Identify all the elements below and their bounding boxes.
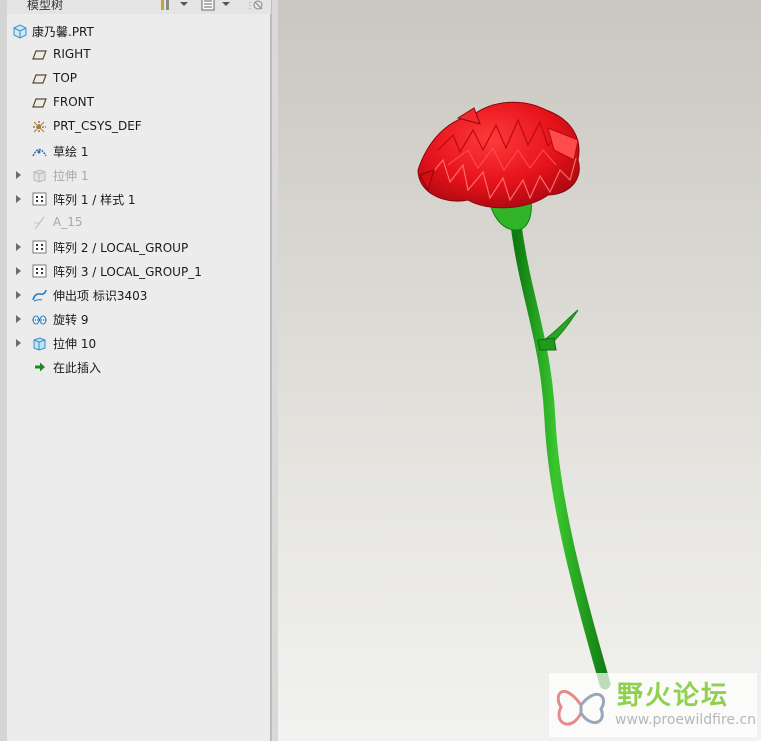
tree-item-insert-here[interactable]: 在此插入 (7, 356, 270, 378)
pattern-icon (32, 264, 47, 278)
sketch-icon (32, 148, 47, 157)
model-tree-header: 模型树 (7, 0, 271, 14)
graphics-viewport[interactable]: 野火论坛 www.proewildfire.cn (278, 0, 761, 741)
carnation-model (417, 101, 611, 690)
expand-arrow-icon[interactable] (16, 315, 21, 323)
expand-arrow-icon[interactable] (16, 291, 21, 299)
chevron-down-icon (222, 2, 230, 6)
extrude-icon (33, 169, 46, 183)
tree-item-label: 康乃馨.PRT (32, 25, 94, 39)
datum-plane-icon (32, 50, 47, 60)
watermark: 野火论坛 www.proewildfire.cn (549, 673, 757, 737)
expand-arrow-icon[interactable] (16, 243, 21, 251)
pattern-icon (32, 192, 47, 206)
pin-panel-button[interactable] (247, 0, 265, 12)
show-dropdown-button[interactable] (201, 0, 232, 12)
tree-root-item[interactable]: 康乃馨.PRT (7, 20, 270, 42)
sweep-icon (32, 289, 47, 302)
settings-dropdown-button[interactable] (159, 0, 190, 12)
tree-item-extrude-10[interactable]: 拉伸 10 (7, 332, 270, 354)
expand-arrow-icon[interactable] (16, 171, 21, 179)
extrude-icon (33, 337, 46, 351)
datum-plane-icon (32, 74, 47, 84)
tree-item-pattern-1[interactable]: 阵列 1 / 样式 1 (7, 188, 270, 210)
tree-item-sketch-1[interactable]: 草绘 1 (7, 140, 270, 162)
expand-arrow-icon[interactable] (16, 195, 21, 203)
coordinate-system-icon (33, 121, 46, 133)
tree-item-protrusion[interactable]: 伸出项 标识3403 (7, 284, 270, 306)
tree-item-label: 旋转 9 (53, 313, 89, 327)
butterfly-logo-icon (556, 690, 605, 726)
tree-item-csys[interactable]: PRT_CSYS_DEF (7, 116, 270, 138)
pattern-icon (32, 240, 47, 254)
tree-item-label: 阵列 2 / LOCAL_GROUP (53, 241, 189, 255)
datum-plane-icon (32, 98, 47, 108)
tree-item-label: 阵列 3 / LOCAL_GROUP_1 (53, 265, 202, 279)
tree-item-label: 伸出项 标识3403 (53, 289, 148, 303)
model-tree-panel: 模型树 康乃馨.PRT RIGHT TOP FRONT PRT_CSYS_DEF… (0, 0, 277, 741)
expand-arrow-icon[interactable] (16, 267, 21, 275)
tree-item-label: 阵列 1 / 样式 1 (53, 193, 136, 207)
tree-item-right[interactable]: RIGHT (7, 44, 270, 66)
insert-here-arrow-icon (35, 362, 45, 372)
tree-item-pattern-3[interactable]: 阵列 3 / LOCAL_GROUP_1 (7, 260, 270, 282)
expand-arrow-icon[interactable] (16, 339, 21, 347)
tree-item-label: 草绘 1 (53, 145, 89, 159)
part-icon (13, 24, 27, 39)
revolve-icon (32, 315, 47, 325)
tree-item-label: PRT_CSYS_DEF (53, 119, 142, 133)
watermark-url: www.proewildfire.cn (615, 712, 757, 728)
tree-item-axis-a15[interactable]: A_15 (7, 212, 270, 234)
stem (510, 219, 611, 690)
tree-item-label: FRONT (53, 95, 94, 109)
chevron-down-icon (180, 2, 188, 6)
tree-item-revolve-9[interactable]: 旋转 9 (7, 308, 270, 330)
list-view-icon (201, 0, 215, 11)
tree-item-label: A_15 (53, 215, 83, 229)
watermark-title: 野火论坛 (617, 681, 730, 711)
tree-item-front[interactable]: FRONT (7, 92, 270, 114)
settings-icon (161, 0, 169, 10)
tree-item-extrude-1[interactable]: 拉伸 1 (7, 164, 270, 186)
leaf-node (537, 337, 557, 351)
tree-item-label: 拉伸 1 (53, 169, 89, 183)
tree-item-top[interactable]: TOP (7, 68, 270, 90)
tree-item-label: 在此插入 (53, 361, 102, 375)
tree-item-pattern-2[interactable]: 阵列 2 / LOCAL_GROUP (7, 236, 270, 258)
tree-item-label: TOP (53, 71, 78, 85)
model-tree: 康乃馨.PRT RIGHT TOP FRONT PRT_CSYS_DEF 草绘 … (7, 14, 271, 741)
flower-head (417, 101, 580, 209)
tree-item-label: 拉伸 10 (53, 337, 97, 351)
datum-axis-icon (34, 216, 45, 230)
model-tree-title: 模型树 (27, 0, 64, 12)
tree-item-label: RIGHT (53, 47, 91, 61)
pin-icon (249, 0, 263, 10)
